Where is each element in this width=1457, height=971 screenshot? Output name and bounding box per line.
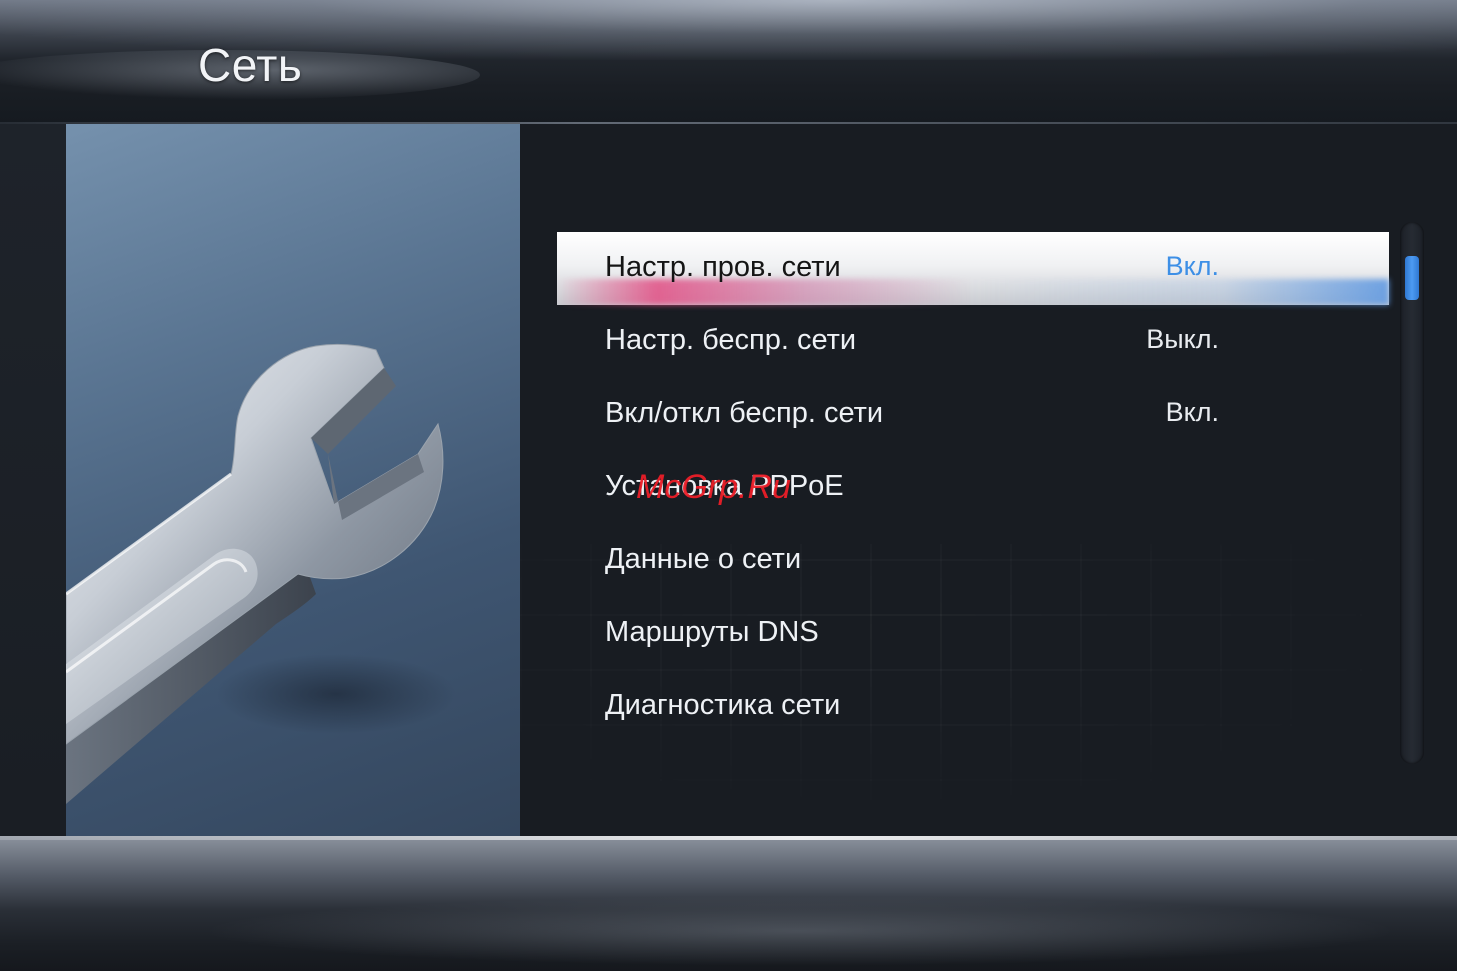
menu-item-dns-routes[interactable]: Маршруты DNS bbox=[557, 597, 1389, 670]
menu-item-label: Маршруты DNS bbox=[605, 616, 819, 648]
page-title: Сеть bbox=[198, 39, 303, 91]
menu-item-label: Данные о сети bbox=[605, 543, 802, 575]
scrollbar-thumb[interactable] bbox=[1405, 256, 1419, 300]
menu-item-wireless-network[interactable]: Настр. беспр. сети Выкл. bbox=[557, 305, 1389, 378]
menu-scrollbar[interactable] bbox=[1400, 222, 1424, 764]
network-menu-list: Настр. пров. сети Вкл. Настр. беспр. сет… bbox=[557, 232, 1389, 743]
menu-item-value: Выкл. bbox=[1146, 324, 1219, 354]
menu-item-label: Установка PPPoE bbox=[605, 470, 844, 502]
menu-item-label: Вкл/откл беспр. сети bbox=[605, 397, 884, 429]
menu-item-value: Вкл. bbox=[1165, 251, 1219, 281]
footer-bar bbox=[0, 836, 1457, 971]
menu-item-label: Настр. пров. сети bbox=[605, 251, 841, 283]
left-strip bbox=[0, 124, 66, 836]
menu-item-label: Настр. беспр. сети bbox=[605, 324, 857, 356]
menu-item-wireless-toggle[interactable]: Вкл/откл беспр. сети Вкл. bbox=[557, 378, 1389, 451]
menu-item-network-diagnostics[interactable]: Диагностика сети bbox=[557, 670, 1389, 743]
wrench-icon bbox=[66, 343, 456, 804]
menu-item-value: Вкл. bbox=[1165, 397, 1219, 427]
menu-item-label: Диагностика сети bbox=[605, 689, 841, 721]
main-panel: Настр. пров. сети Вкл. Настр. беспр. сет… bbox=[520, 124, 1457, 836]
menu-item-wired-network[interactable]: Настр. пров. сети Вкл. bbox=[557, 232, 1389, 305]
section-art-panel bbox=[66, 124, 521, 836]
menu-item-network-info[interactable]: Данные о сети bbox=[557, 524, 1389, 597]
network-settings-screen: Сеть Настр. пров. сети Вкл. Настр. беспр… bbox=[0, 0, 1457, 971]
footer-sheen bbox=[200, 896, 1400, 966]
footer-glow-line bbox=[0, 836, 1457, 840]
menu-item-pppoe-setup[interactable]: Установка PPPoE bbox=[557, 451, 1389, 524]
